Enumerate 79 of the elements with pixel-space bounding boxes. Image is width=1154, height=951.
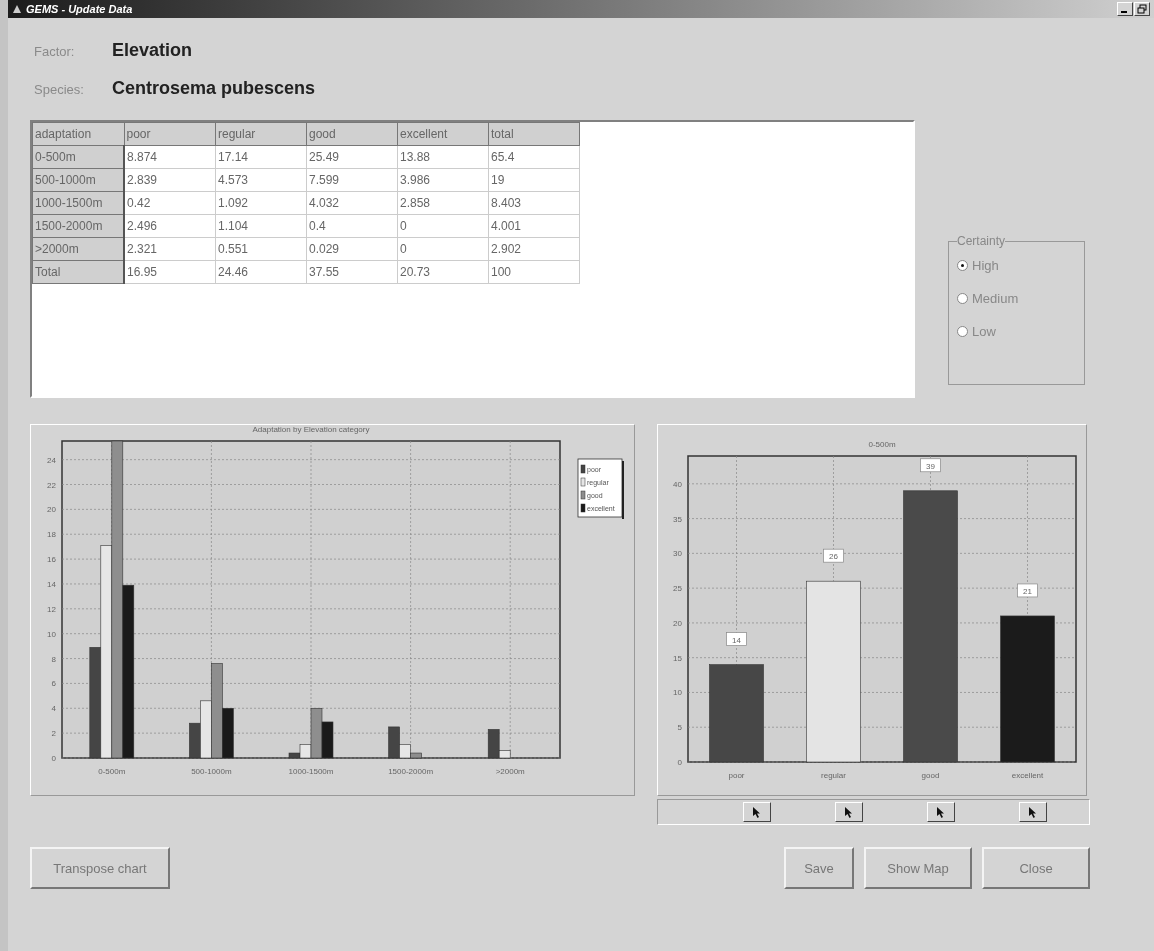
dialog-button[interactable]: Close	[982, 847, 1090, 889]
y-tick-label: 10	[673, 688, 682, 698]
data-label: 14	[726, 632, 747, 646]
column-header: excellent	[397, 122, 489, 146]
y-tick-label: 30	[673, 549, 682, 559]
data-label: 26	[823, 548, 844, 563]
row-header: 0-500m	[32, 145, 124, 169]
y-tick-label: 25	[673, 584, 682, 594]
x-tick-label: 500-1000m	[191, 767, 232, 776]
pointer-button[interactable]	[927, 802, 955, 822]
data-label: 21	[1017, 583, 1038, 598]
factor-label: Factor:	[33, 44, 76, 59]
y-tick-label: 0	[677, 758, 682, 767]
radio-icon[interactable]	[957, 326, 968, 337]
window-title: GEMS - Update Data	[26, 3, 133, 15]
chart-title: Adaptation by Elevation category	[252, 425, 370, 434]
row-header: 1000-1500m	[32, 191, 124, 215]
group-label: Certainty	[957, 234, 1006, 248]
x-tick-label: 1000-1500m	[288, 767, 334, 776]
column-header: adaptation	[32, 122, 124, 146]
cursor-icon	[845, 806, 853, 818]
pointer-button[interactable]	[835, 802, 863, 822]
dialog-button[interactable]: Save	[784, 847, 854, 889]
x-tick-label: good	[921, 771, 940, 780]
y-tick-label: 14	[47, 579, 56, 589]
restore-icon[interactable]	[1134, 2, 1150, 16]
column-header: good	[306, 122, 398, 146]
cursor-icon	[1029, 806, 1037, 818]
data-label: 39	[926, 461, 936, 471]
data-label: 26	[829, 552, 839, 562]
minimize-icon[interactable]	[1117, 2, 1133, 16]
y-tick-label: 18	[47, 530, 56, 540]
y-tick-label: 24	[47, 455, 56, 465]
factor-value: Elevation	[112, 40, 193, 61]
x-tick-label: >2000m	[495, 767, 525, 776]
row-header: Total	[32, 260, 124, 284]
y-tick-label: 4	[51, 704, 56, 714]
column-header: regular	[215, 122, 307, 146]
row-header: >2000m	[32, 237, 124, 261]
y-tick-label: 20	[673, 618, 682, 628]
column-header: total	[488, 122, 580, 146]
y-tick-label: 2	[51, 729, 56, 739]
chart-title: 0-500m	[868, 440, 896, 449]
species-label: Species:	[33, 82, 85, 97]
pointer-button[interactable]	[743, 802, 771, 822]
x-tick-label: regular	[821, 771, 846, 780]
y-tick-label: 12	[47, 604, 56, 614]
species-value: Centrosema pubescens	[112, 78, 316, 99]
row-header: 1500-2000m	[32, 214, 124, 238]
x-tick-label: 1500-2000m	[388, 767, 434, 776]
radio-icon[interactable]	[957, 260, 968, 271]
radio-icon[interactable]	[957, 293, 968, 304]
y-tick-label: 35	[673, 514, 682, 524]
x-tick-label: excellent	[1011, 771, 1044, 780]
y-tick-label: 20	[47, 505, 56, 515]
row-header: 500-1000m	[32, 168, 124, 192]
y-tick-label: 6	[51, 679, 56, 689]
x-tick-label: poor	[728, 771, 745, 780]
cursor-icon	[937, 806, 945, 818]
y-tick-label: 16	[47, 555, 56, 565]
y-tick-label: 8	[51, 654, 56, 664]
dialog-button[interactable]: Show Map	[864, 847, 972, 889]
y-tick-label: 5	[677, 723, 682, 733]
y-tick-label: 15	[673, 653, 682, 663]
data-label: 39	[920, 458, 941, 473]
x-tick-label: 0-500m	[98, 767, 126, 776]
chart-legend	[577, 458, 624, 519]
column-header: poor	[124, 122, 216, 146]
y-tick-label: 22	[47, 480, 56, 490]
cursor-icon	[753, 806, 761, 818]
y-tick-label: 0	[51, 754, 56, 763]
pointer-button[interactable]	[1019, 802, 1047, 822]
data-label: 21	[1023, 586, 1033, 596]
bar	[321, 721, 334, 759]
transpose-button[interactable]: Transpose chart	[30, 847, 170, 889]
y-tick-label: 40	[673, 479, 682, 489]
y-tick-label: 10	[47, 629, 56, 639]
app-icon	[12, 4, 22, 14]
data-label: 14	[732, 635, 742, 645]
